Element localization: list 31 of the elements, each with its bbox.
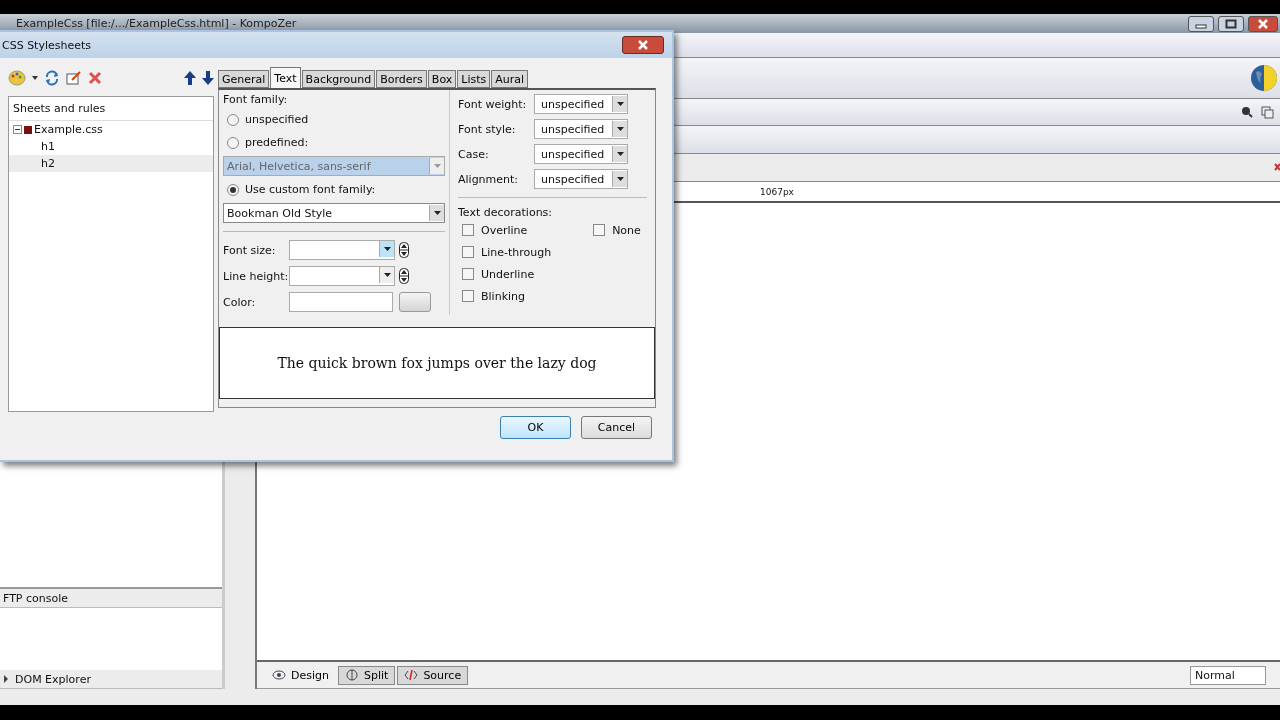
field-label: Font style:	[458, 122, 517, 136]
radio-label: unspecified	[245, 113, 309, 126]
checkbox-label: Line-through	[481, 245, 552, 259]
radio-label: predefined:	[245, 136, 309, 149]
select-value: unspecified	[541, 147, 605, 161]
ruler-label: 1067px	[760, 186, 794, 197]
preview-text: The quick brown fox jumps over the lazy dog	[277, 355, 597, 371]
section-label: Text decorations:	[458, 206, 554, 219]
field-label: Font size:	[223, 243, 277, 257]
radio-label: Use custom font family:	[245, 183, 376, 196]
field-label: Font weight:	[458, 97, 528, 111]
select-value: unspecified	[541, 172, 605, 186]
field-label: Color:	[223, 295, 257, 309]
panel-title: DOM Explorer	[15, 672, 91, 686]
dropdown-value: Arial, Helvetica, sans-serif	[227, 159, 371, 173]
tree-label: Example.css	[34, 123, 103, 136]
field-label: Alignment:	[458, 172, 520, 186]
checkbox-label: Underline	[481, 267, 535, 281]
field-label: Line height:	[223, 269, 289, 283]
dialog-title: CSS Stylesheets	[2, 38, 92, 52]
select-value: unspecified	[541, 97, 605, 111]
select-value: unspecified	[541, 122, 605, 136]
field-label: Font family:	[223, 93, 289, 106]
panel-title: FTP console	[3, 591, 69, 605]
checkbox-label: Blinking	[481, 289, 525, 303]
field-label: Case:	[458, 147, 490, 161]
checkbox-label: None	[612, 223, 641, 237]
dropdown-value: Bookman Old Style	[227, 206, 333, 220]
window-title: ExampleCss [file:/.../ExampleCss.html] - KompoZer	[16, 17, 297, 30]
column-header: Sheets and rules	[9, 97, 213, 121]
checkbox-label: Overline	[481, 223, 528, 237]
